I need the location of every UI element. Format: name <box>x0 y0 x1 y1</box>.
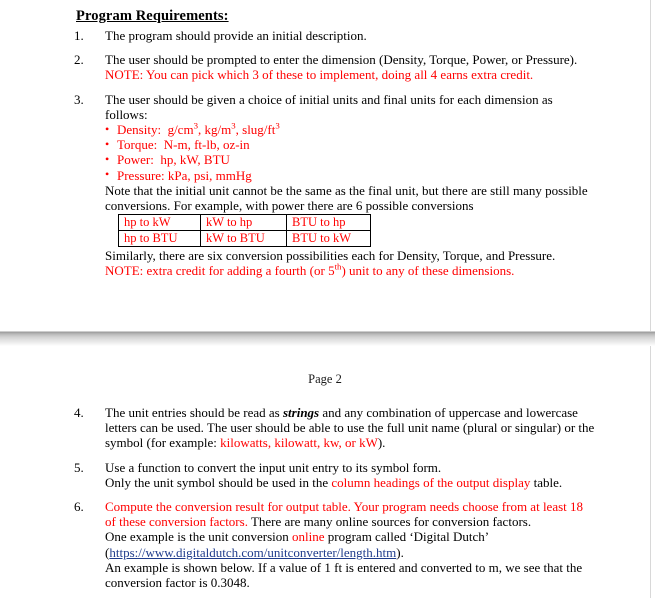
bullet-pressure: Pressure: kPa, psi, mmHg <box>105 167 650 183</box>
table-cell: hp to BTU <box>118 230 201 248</box>
requirement-item-5: 5. Use a function to convert the input u… <box>0 460 650 490</box>
bullet-label: Density: <box>117 122 162 138</box>
conversion-table: hp to kW kW to hp BTU to hp hp to BTU kW… <box>118 214 371 248</box>
requirement-item-3: 3. The user should be given a choice of … <box>0 92 650 279</box>
online-red: online <box>292 529 325 545</box>
requirement-item-6: 6. Compute the conversion result for out… <box>0 499 650 590</box>
document-page-one: Program Requirements: 1. The program sho… <box>0 0 651 331</box>
digital-dutch-link[interactable]: https://www.digitaldutch.com/unitconvert… <box>109 545 396 560</box>
table-row: hp to kW kW to hp BTU to hp <box>118 214 371 232</box>
item3-note-line2: conversions. For example, with power the… <box>105 198 474 214</box>
item-text-line2: follows: <box>105 106 148 122</box>
item-text-line1: Compute the conversion result for output… <box>105 499 584 515</box>
bullet-units: N-m, ft-lb, oz-in <box>163 137 250 153</box>
item-number: 1. <box>74 28 84 43</box>
item-text-line1: The unit entries should be read as strin… <box>105 405 578 420</box>
bullet-torque: Torque: N-m, ft-lb, oz-in <box>105 137 650 153</box>
item-number: 2. <box>74 52 84 68</box>
example-units-red: kilowatts, kilowatt, kw, or kW <box>220 435 378 451</box>
table-cell: kW to BTU <box>200 230 287 248</box>
item-text-line1: Use a function to convert the input unit… <box>105 459 442 475</box>
item-text-line2: Only the unit symbol should be used in t… <box>105 474 563 490</box>
requirement-item-2: 2. The user should be prompted to enter … <box>0 52 650 82</box>
item-text-line3: symbol (for example: kilowatts, kilowatt… <box>105 435 386 451</box>
bullet-units: hp, kW, BTU <box>160 152 230 168</box>
item-text-line6: conversion factor is 0.3048. <box>105 575 250 591</box>
page-number-label: Page 2 <box>308 372 342 386</box>
document-page-two: Page 2 4. The unit entries should be rea… <box>0 346 651 598</box>
page-break-separator <box>0 331 655 346</box>
column-headings-red: column headings of the output display <box>331 474 531 490</box>
table-cell: kW to hp <box>200 214 287 232</box>
bullet-label: Pressure: <box>117 167 165 183</box>
item3-after-table-line: Similarly, there are six conversion poss… <box>105 248 556 264</box>
item-text-line1: The user should be given a choice of ini… <box>105 91 553 107</box>
item3-after-table-note: NOTE: extra credit for adding a fourth (… <box>105 262 515 279</box>
page-title: Program Requirements: <box>76 8 229 24</box>
item-number: 3. <box>74 91 84 107</box>
item-note-red: NOTE: You can pick which 3 of these to i… <box>105 67 534 83</box>
table-cell: BTU to hp <box>286 214 371 232</box>
item-text-line2: letters can be used. The user should be … <box>105 420 595 436</box>
bullet-label: Power: <box>117 152 154 168</box>
table-cell: hp to kW <box>118 214 201 232</box>
bullet-power: Power: hp, kW, BTU <box>105 152 650 168</box>
bullet-units: g/cm3, kg/m3, slug/ft3 <box>167 120 280 138</box>
item3-note-line1: Note that the initial unit cannot be the… <box>105 182 588 198</box>
table-cell: BTU to kW <box>286 230 371 248</box>
item-number: 6. <box>74 499 84 515</box>
item-text: The user should be prompted to enter the… <box>105 52 578 68</box>
item-text-line5: An example is shown below. If a value of… <box>105 559 583 575</box>
table-row: hp to BTU kW to BTU BTU to kW <box>118 230 371 248</box>
requirement-item-4: 4. The unit entries should be read as st… <box>0 405 650 451</box>
bullet-label: Torque: <box>117 137 158 153</box>
item-number: 5. <box>74 459 84 475</box>
item-text-line2: of these conversion factors. There are m… <box>105 514 532 530</box>
item-text-line4: (https://www.digitaldutch.com/unitconver… <box>105 544 404 560</box>
emphasis-strings: strings <box>282 405 320 420</box>
bullet-density: Density: g/cm3, kg/m3, slug/ft3 <box>105 120 650 138</box>
requirement-item-1: 1. The program should provide an initial… <box>0 28 650 43</box>
item-number: 4. <box>74 405 84 420</box>
item-text-line3: One example is the unit conversion onlin… <box>105 529 490 545</box>
unit-choice-bullet-list: Density: g/cm3, kg/m3, slug/ft3 Torque: … <box>105 120 650 183</box>
item-text: The program should provide an initial de… <box>105 28 367 43</box>
bullet-units: kPa, psi, mmHg <box>167 167 252 183</box>
